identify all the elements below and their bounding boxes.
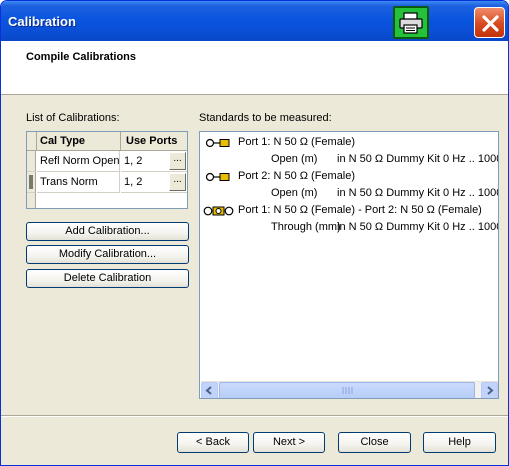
scroll-thumb[interactable] (219, 382, 475, 398)
use-ports-cell[interactable]: 1, 2 ... (121, 151, 187, 172)
chevron-left-icon (205, 386, 212, 395)
standard-port-line: Port 2: N 50 Ω (Female) (238, 170, 356, 182)
cal-type-cell[interactable]: Trans Norm (37, 172, 120, 193)
table-row[interactable]: Trans Norm 1, 2 ... (27, 172, 187, 193)
row-header-empty (27, 193, 36, 208)
help-button[interactable]: Help (423, 432, 496, 453)
row-header-corner (27, 132, 37, 151)
row-indicator (27, 151, 36, 172)
use-ports-value: 1, 2 (124, 155, 143, 167)
horizontal-scrollbar[interactable] (201, 381, 498, 398)
add-calibration-button[interactable]: Add Calibration... (26, 222, 189, 241)
calibrations-label: List of Calibrations: (26, 112, 120, 124)
column-header-use-ports[interactable]: Use Ports (121, 132, 187, 151)
table-row[interactable]: Refl Norm Open 1, 2 ... (27, 151, 187, 172)
next-button[interactable]: Next > (253, 432, 325, 453)
standard-detail: Through (mm) (271, 221, 341, 233)
chevron-right-icon (487, 386, 494, 395)
edit-ports-button[interactable]: ... (169, 173, 186, 191)
row-indicator-selected (27, 172, 36, 193)
footer-separator (1, 415, 508, 417)
window-title: Calibration (8, 14, 76, 29)
close-window-button[interactable] (474, 7, 505, 38)
standards-label: Standards to be measured: (199, 112, 332, 124)
standard-kit: in N 50 Ω Dummy Kit 0 Hz .. 1000 (337, 153, 499, 165)
title-bar[interactable]: Calibration (1, 1, 508, 41)
cal-type-cell[interactable]: Refl Norm Open (37, 151, 120, 172)
close-button[interactable]: Close (338, 432, 411, 453)
close-icon (482, 15, 499, 32)
use-ports-cell[interactable]: 1, 2 ... (121, 172, 187, 193)
column-header-cal-type[interactable]: Cal Type (37, 132, 121, 151)
calibration-dialog: Calibration Compile Calibrations List of… (0, 0, 509, 466)
standard-port-line: Port 1: N 50 Ω (Female) (238, 136, 356, 148)
open-connector-icon (205, 138, 230, 148)
modify-calibration-button[interactable]: Modify Calibration... (26, 245, 189, 264)
standard-detail: Open (m) (271, 187, 318, 199)
scroll-left-button[interactable] (201, 382, 218, 398)
through-connector-icon (203, 206, 234, 216)
delete-calibration-button[interactable]: Delete Calibration (26, 269, 189, 288)
use-ports-value: 1, 2 (124, 176, 143, 188)
standard-kit: in N 50 Ω Dummy Kit 0 Hz .. 1000 (337, 221, 499, 233)
print-icon (399, 12, 423, 34)
scroll-right-button[interactable] (481, 382, 498, 398)
standards-list[interactable]: Port 1: N 50 Ω (Female) Open (m) in N 50… (199, 131, 499, 399)
standard-detail: Open (m) (271, 153, 318, 165)
grip-icon (342, 387, 353, 394)
calibrations-table[interactable]: Cal Type Use Ports Refl Norm Open 1, 2 .… (26, 131, 188, 209)
header-panel: Compile Calibrations (1, 41, 508, 95)
back-button[interactable]: < Back (177, 432, 249, 453)
open-connector-icon (205, 172, 230, 182)
standard-kit: in N 50 Ω Dummy Kit 0 Hz .. 1000 (337, 187, 499, 199)
print-button[interactable] (393, 6, 429, 39)
standard-port-line: Port 1: N 50 Ω (Female) - Port 2: N 50 Ω… (238, 204, 482, 216)
edit-ports-button[interactable]: ... (169, 152, 186, 170)
page-title: Compile Calibrations (26, 51, 137, 63)
